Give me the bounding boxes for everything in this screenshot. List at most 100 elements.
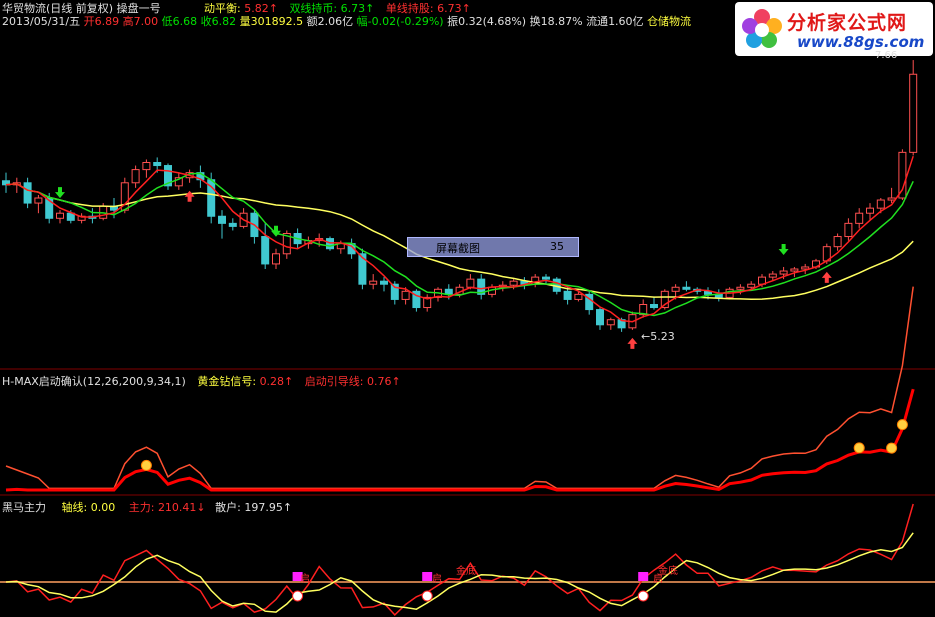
candle-body — [682, 286, 691, 290]
sell-arrow-icon — [778, 243, 789, 255]
site-logo[interactable]: 分析家公式网 www.88gs.com — [735, 2, 933, 56]
amplitude-label: 振 — [447, 15, 459, 28]
candle-body — [650, 304, 658, 309]
amplitude-value: 0.32(4.68%) — [458, 15, 527, 28]
candle-body — [606, 319, 615, 326]
candle-body — [509, 280, 518, 286]
qi-signal-icon — [638, 572, 649, 581]
candle-body — [574, 293, 583, 300]
candle-body — [34, 197, 43, 204]
candle-body — [909, 73, 918, 153]
gold-diamond-icon — [140, 459, 152, 471]
start-value: 0.76↑ — [367, 375, 401, 388]
low-price-label: ←5.23 — [641, 330, 675, 343]
candle-body — [218, 215, 226, 224]
open-label: 开 — [83, 15, 95, 28]
candle-body — [876, 199, 885, 209]
quote-date: 2013/05/31/五 — [2, 15, 81, 28]
open-value: 6.89 — [94, 15, 120, 28]
buy-arrow-icon — [184, 190, 195, 202]
candle-body — [801, 266, 810, 270]
amount-value: 2.06亿 — [317, 15, 354, 28]
low-label: 低 — [161, 15, 173, 28]
high-label: 高 — [122, 15, 134, 28]
change-label: 幅 — [356, 15, 368, 28]
gold-signal-line — [5, 388, 915, 492]
bottom-signal-icon — [292, 590, 304, 602]
retail-label: 散户: — [215, 501, 241, 514]
bottom-signal-icon — [637, 590, 649, 602]
logo-title: 分析家公式网 — [787, 12, 908, 34]
candle-body — [444, 288, 453, 295]
candle-body — [401, 290, 410, 300]
qi-marker-2: 启 — [432, 574, 442, 585]
candle-body — [671, 286, 680, 292]
amount-label: 额 — [306, 15, 318, 28]
turnover-value: 18.87% — [540, 15, 583, 28]
candle-body — [747, 283, 756, 288]
candle-body — [779, 270, 788, 275]
screenshot-tool-value: 35 — [550, 240, 564, 253]
panel2-header: H-MAX启动确认(12,26,200,9,34,1) 黄金钻信号: 0.28↑… — [2, 373, 401, 389]
buy-arrow-icon — [627, 337, 638, 349]
quote-bar: 2013/05/31/五 开6.89 高7.00 低6.68 收6.82 量30… — [2, 13, 691, 29]
low-value: 6.68 — [172, 15, 198, 28]
sell-arrow-icon — [271, 225, 281, 237]
start-label: 启动引导线: — [304, 375, 364, 388]
candle-body — [369, 280, 378, 285]
candle-body — [887, 197, 896, 201]
gold-label: 黄金钻信号: — [197, 375, 257, 388]
gold-value: 0.28↑ — [259, 375, 294, 388]
logo-url: www.88gs.com — [797, 33, 925, 51]
candle-body — [56, 212, 64, 219]
panel2-title: H-MAX启动确认(12,26,200,9,34,1) — [2, 375, 186, 388]
main-force-value: 210.41↓ — [157, 501, 206, 514]
qi-marker-1: 启 — [300, 574, 310, 585]
candle-body — [142, 162, 151, 171]
panel3-header: 黑马主力 轴线: 0.00 主力: 210.41↓ 散户: 197.95↑ — [2, 499, 292, 515]
volume-label: 量 — [239, 15, 251, 28]
float-label: 流通 — [586, 15, 609, 28]
high-price-label: 7.66 — [875, 50, 898, 61]
candle-body — [228, 222, 237, 227]
bottom-signal-icon — [421, 590, 433, 602]
flower-logo-icon — [742, 9, 782, 48]
candle-body — [844, 222, 853, 238]
candle-body — [866, 207, 874, 214]
candle-body — [23, 182, 32, 204]
candle-body — [153, 162, 162, 167]
candle-body — [272, 253, 280, 265]
main-force-line — [5, 503, 914, 616]
axis-value: 0.00 — [90, 501, 116, 514]
change-value: -0.02(-0.29%) — [367, 15, 444, 28]
candle-body — [833, 236, 842, 248]
gold-diamond-icon — [896, 419, 908, 431]
gold-diamond-icon — [853, 442, 865, 454]
candle-body — [855, 212, 864, 224]
retail-value: 197.95↑ — [244, 501, 293, 514]
close-label: 收 — [200, 15, 212, 28]
jindi-marker-1: 金底 — [456, 566, 476, 577]
qi-signal-icon — [422, 572, 433, 581]
screenshot-tool-tooltip[interactable]: 屏幕截图 35 — [407, 237, 579, 257]
candle-body — [131, 169, 140, 184]
buy-arrow-icon — [821, 271, 832, 283]
sell-arrow-icon — [55, 187, 65, 199]
qi-marker-3: 启 — [653, 574, 663, 585]
float-value: 1.60亿 — [608, 15, 644, 28]
screenshot-tool-label: 屏幕截图 — [436, 242, 480, 255]
candle-body — [261, 236, 270, 265]
candle-body — [898, 151, 907, 199]
candle-body — [736, 286, 745, 290]
panel3-title: 黑马主力 — [2, 501, 46, 514]
candle-body — [542, 276, 550, 280]
high-value: 7.00 — [133, 15, 159, 28]
candle-body — [380, 280, 388, 285]
axis-label: 轴线: — [61, 501, 88, 514]
candle-body — [768, 273, 777, 278]
candle-body — [596, 309, 604, 326]
main-force-label: 主力: — [128, 501, 155, 514]
volume-value: 301892.5 — [250, 15, 304, 28]
candle-body — [563, 290, 572, 300]
close-value: 6.82 — [211, 15, 237, 28]
